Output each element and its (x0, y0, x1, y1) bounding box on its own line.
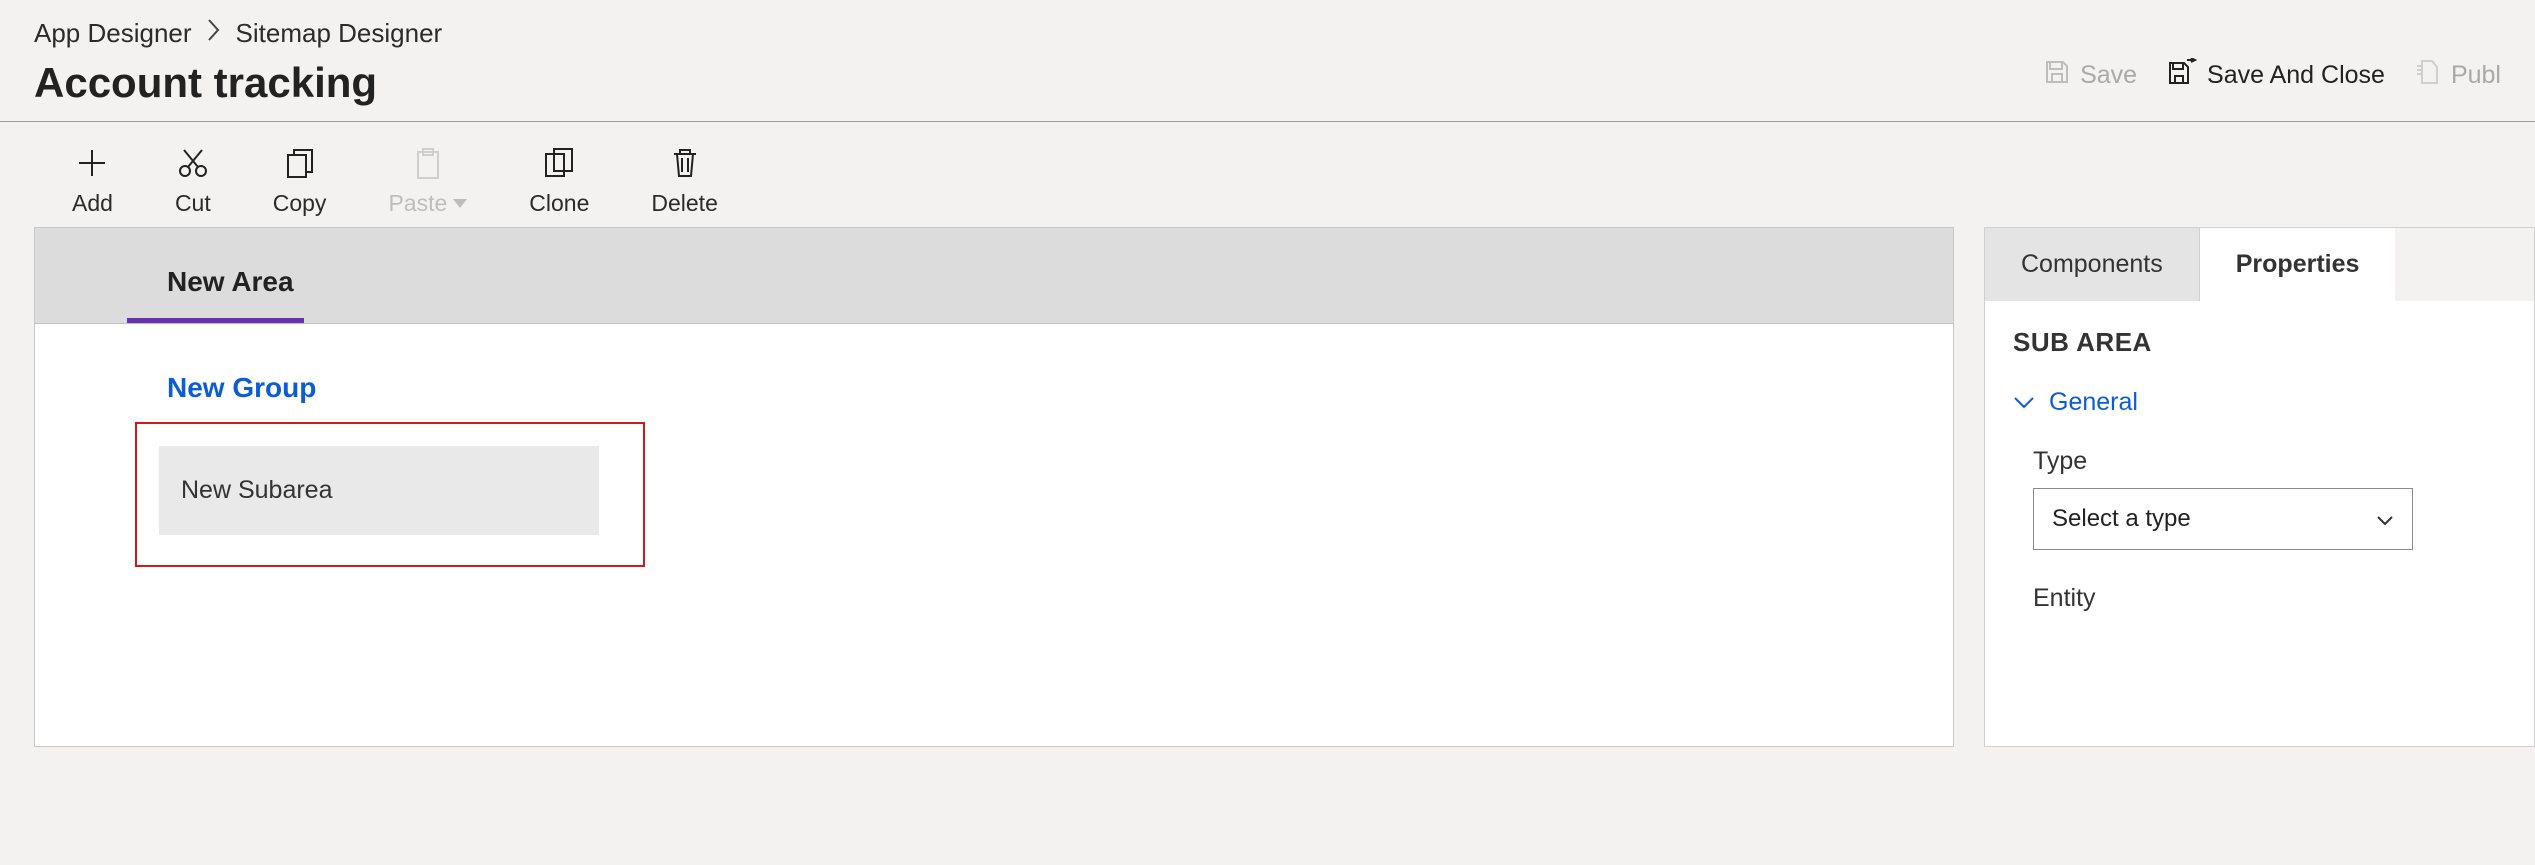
cut-button[interactable]: Cut (175, 146, 211, 217)
clone-icon (542, 146, 576, 180)
tab-properties[interactable]: Properties (2199, 228, 2396, 301)
add-button[interactable]: Add (72, 146, 113, 217)
copy-button[interactable]: Copy (273, 146, 327, 217)
properties-panel: SUB AREA General Type Select a type Enti… (1984, 301, 2535, 747)
add-label: Add (72, 190, 113, 217)
delete-button[interactable]: Delete (651, 146, 717, 217)
paste-button: Paste (388, 146, 467, 217)
type-select-value: Select a type (2052, 505, 2191, 533)
save-label: Save (2080, 61, 2137, 90)
cut-label: Cut (175, 190, 211, 217)
toolbar: Add Cut Copy Paste (0, 122, 2535, 227)
area-tab[interactable]: New Area (127, 238, 304, 323)
chevron-down-icon (2013, 388, 2035, 417)
chevron-down-icon (2376, 505, 2394, 533)
subarea-chip[interactable]: New Subarea (159, 446, 599, 535)
paste-label: Paste (388, 190, 447, 217)
header: App Designer Sitemap Designer Account tr… (0, 0, 2535, 122)
plus-icon (75, 146, 109, 180)
header-left: App Designer Sitemap Designer Account tr… (34, 18, 442, 107)
chevron-right-icon (206, 18, 222, 49)
copy-icon (283, 146, 317, 180)
save-and-close-icon (2167, 58, 2197, 93)
clone-button[interactable]: Clone (529, 146, 589, 217)
properties-heading: SUB AREA (2013, 327, 2506, 358)
area-tabstrip: New Area (35, 228, 1953, 324)
group-title[interactable]: New Group (167, 372, 1953, 404)
breadcrumb-root[interactable]: App Designer (34, 18, 192, 49)
tab-components[interactable]: Components (1985, 228, 2199, 301)
field-type-label: Type (2033, 447, 2506, 476)
save-icon (2044, 59, 2070, 92)
field-entity-label: Entity (2033, 584, 2506, 613)
publish-icon (2415, 58, 2441, 93)
delete-label: Delete (651, 190, 717, 217)
page-title: Account tracking (34, 59, 442, 107)
trash-icon (668, 146, 702, 180)
right-pane-tabs: Components Properties (1984, 227, 2535, 301)
scissors-icon (176, 146, 210, 180)
header-actions: Save Save And Close Publ (2044, 58, 2501, 93)
chevron-down-icon (453, 199, 467, 208)
section-general-label: General (2049, 388, 2138, 417)
publish-label: Publ (2451, 61, 2501, 90)
copy-label: Copy (273, 190, 327, 217)
save-and-close-label: Save And Close (2207, 61, 2385, 90)
clipboard-icon (411, 146, 445, 180)
breadcrumb-current[interactable]: Sitemap Designer (236, 18, 443, 49)
canvas-body: New Group New Subarea (35, 324, 1953, 567)
save-and-close-button[interactable]: Save And Close (2167, 58, 2385, 93)
breadcrumb: App Designer Sitemap Designer (34, 18, 442, 49)
sitemap-canvas: New Area New Group New Subarea (34, 227, 1954, 747)
subarea-selection: New Subarea (135, 422, 645, 567)
save-button: Save (2044, 59, 2137, 92)
type-select[interactable]: Select a type (2033, 488, 2413, 550)
body: New Area New Group New Subarea Component… (0, 227, 2535, 747)
clone-label: Clone (529, 190, 589, 217)
publish-button: Publ (2415, 58, 2501, 93)
section-general[interactable]: General (2013, 388, 2506, 417)
right-pane: Components Properties SUB AREA General T… (1984, 227, 2535, 747)
